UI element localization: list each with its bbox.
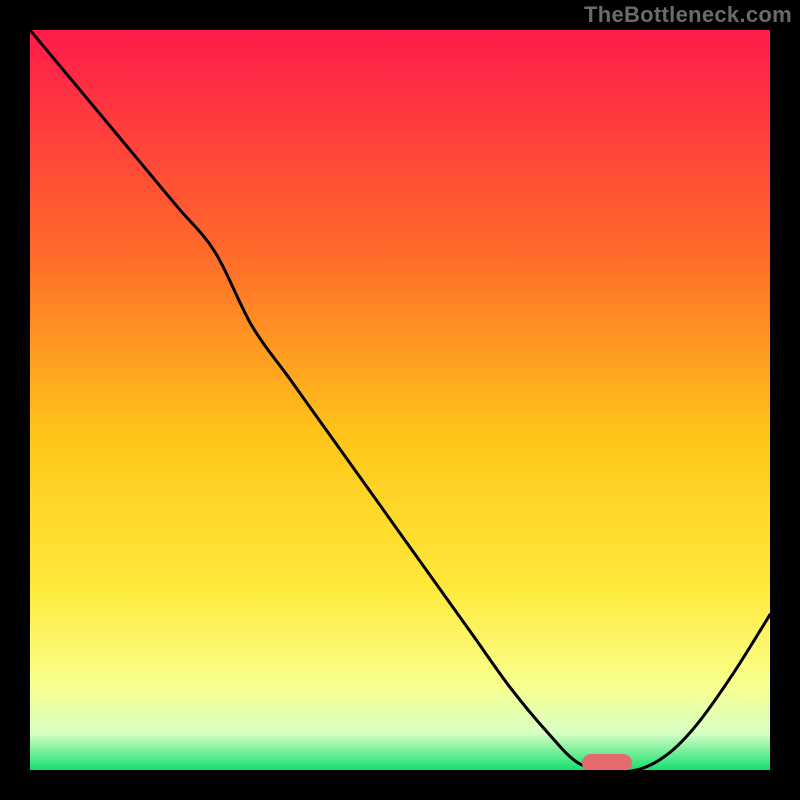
- optimum-marker: [582, 754, 632, 770]
- plot-svg: [30, 30, 770, 770]
- plot-area: [30, 30, 770, 770]
- chart-frame: TheBottleneck.com: [0, 0, 800, 800]
- watermark-text: TheBottleneck.com: [584, 2, 792, 28]
- gradient-background: [30, 30, 770, 770]
